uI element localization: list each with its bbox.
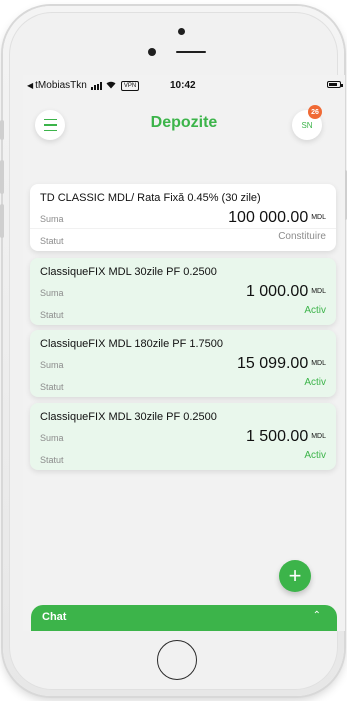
currency-label: MDL [311,288,326,295]
app-header: Depozite SN 26 [23,100,345,150]
currency-label: MDL [311,360,326,367]
divider [30,228,336,229]
deposit-title: ClassiqueFIX MDL 30zile PF 0.2500 [40,411,217,423]
deposit-title: ClassiqueFIX MDL 180zile PF 1.7500 [40,338,224,350]
home-button[interactable] [157,640,197,680]
status-bar: ◀ tMobiasTkn VPN 10:42 [23,75,345,95]
front-camera [148,48,156,56]
front-sensor-dot [178,28,185,35]
add-deposit-button[interactable]: + [279,560,311,592]
amount-label: Suma [40,288,64,298]
deposit-card[interactable]: ClassiqueFIX MDL 30zile PF 0.2500 Suma 1… [30,403,336,470]
status-label: Statut [40,455,64,465]
deposit-amount: 100 000.00 MDL [228,209,326,227]
amount-value: 1 000.00 [245,283,309,300]
app-screen: ◀ tMobiasTkn VPN 10:42 Depozite SN 26 TD… [23,75,345,631]
vpn-badge: VPN [120,80,140,91]
amount-label: Suma [40,360,64,370]
deposit-card[interactable]: TD CLASSIC MDL/ Rata Fixă 0.45% (30 zile… [30,184,336,251]
amount-value: 15 099.00 [237,355,309,372]
chevron-up-icon[interactable]: ⌃ [313,610,321,621]
carrier-name: tMobiasTkn [35,80,87,91]
signal-strength-icon [90,81,102,90]
amount-value: 1 500.00 [245,428,309,445]
status-label: Statut [40,310,64,320]
status-value: Activ [304,305,326,316]
deposit-title: TD CLASSIC MDL/ Rata Fixă 0.45% (30 zile… [40,192,261,204]
plus-icon: + [288,563,302,588]
chat-bar[interactable]: Chat ⌃ [31,605,337,631]
earpiece-speaker [176,51,206,53]
deposit-amount: 1 500.00 MDL [246,428,326,446]
deposit-title: ClassiqueFIX MDL 30zile PF 0.2500 [40,266,217,278]
status-label: Statut [40,236,64,246]
status-label: Statut [40,382,64,392]
status-value: Activ [304,450,326,461]
currency-label: MDL [311,214,326,221]
amount-label: Suma [40,214,64,224]
notification-badge: 26 [308,105,322,119]
volume-down-button [0,204,4,238]
deposit-amount: 15 099.00 MDL [237,355,326,373]
battery-icon [327,81,343,88]
mute-switch [0,120,4,140]
deposit-card[interactable]: ClassiqueFIX MDL 30zile PF 0.2500 Suma 1… [30,258,336,325]
deposit-card[interactable]: ClassiqueFIX MDL 180zile PF 1.7500 Suma … [30,330,336,397]
status-time: 10:42 [170,80,196,91]
back-arrow-icon[interactable]: ◀ [27,81,33,90]
amount-label: Suma [40,433,64,443]
amount-value: 100 000.00 [228,209,309,226]
currency-label: MDL [311,433,326,440]
wifi-icon [106,81,116,91]
status-value: Constituire [278,231,326,242]
carrier-group: ◀ tMobiasTkn VPN [27,80,140,91]
volume-up-button [0,160,4,194]
chat-label: Chat [42,611,67,623]
deposit-amount: 1 000.00 MDL [246,283,326,301]
status-value: Activ [304,377,326,388]
